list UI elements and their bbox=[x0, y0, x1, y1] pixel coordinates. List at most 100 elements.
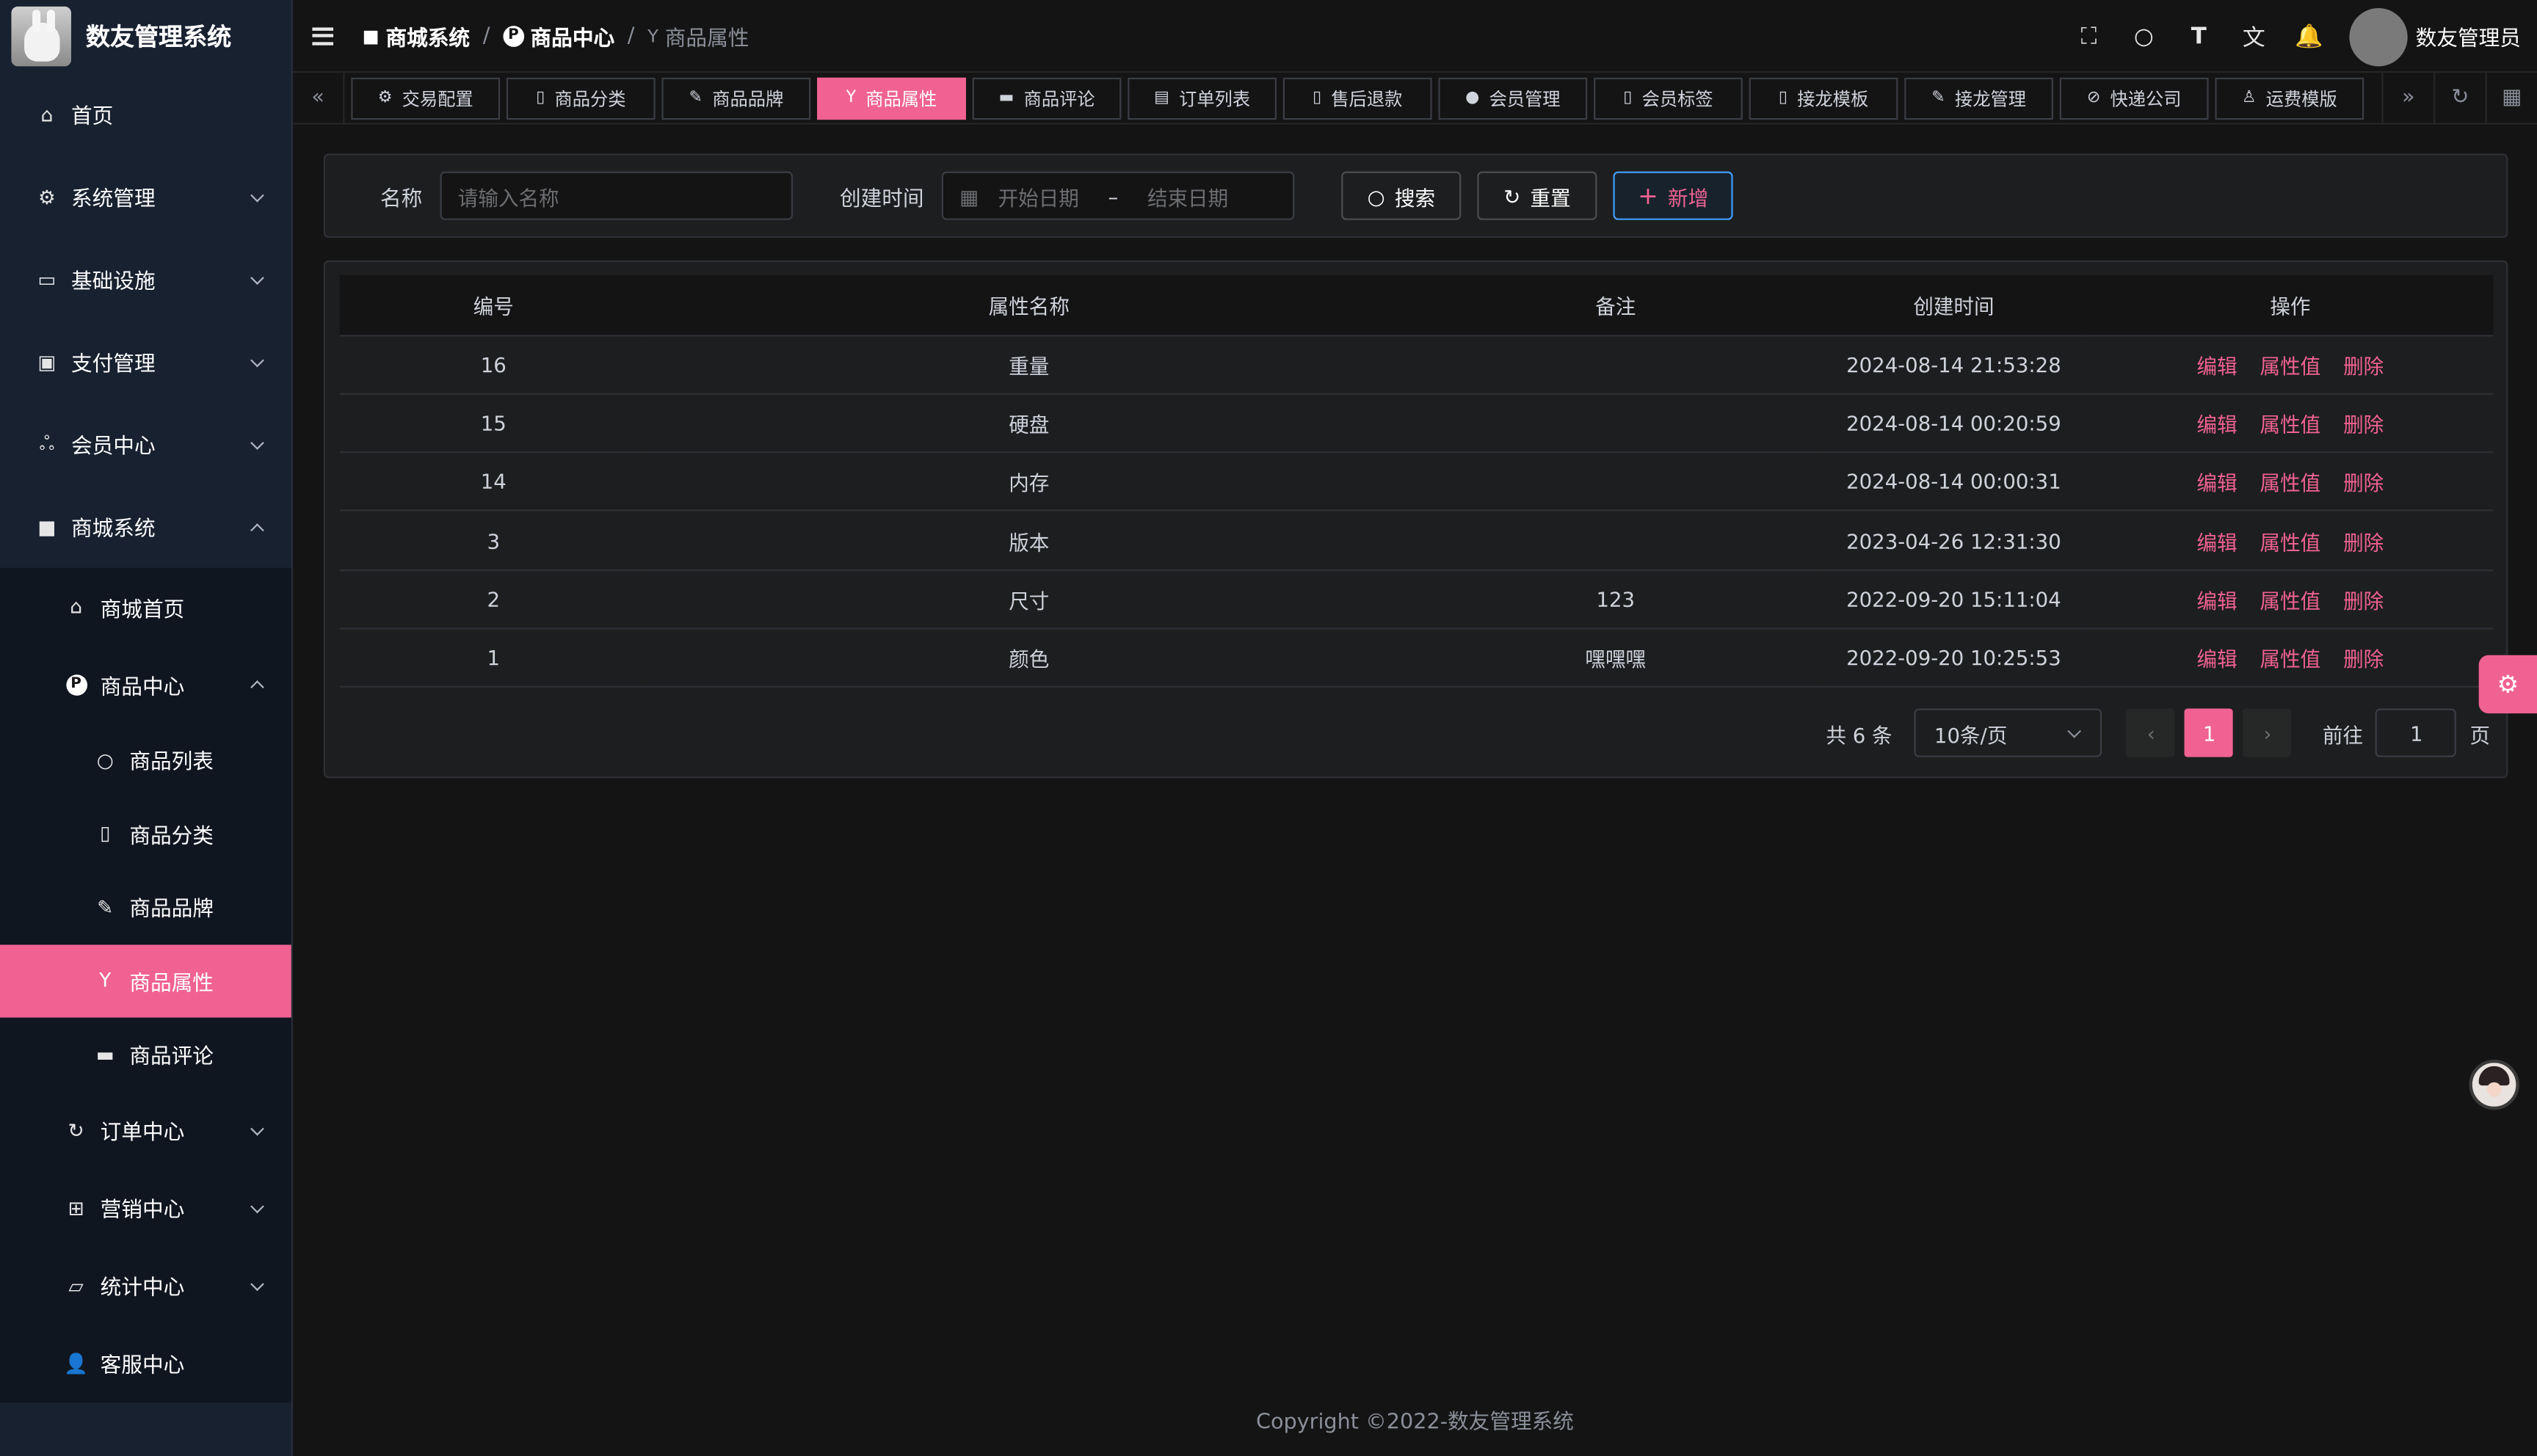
prev-page-button[interactable]: ‹ bbox=[2127, 708, 2176, 757]
end-date-input[interactable]: 结束日期 bbox=[1147, 181, 1228, 211]
search-icon: ○ bbox=[1367, 183, 1385, 208]
edit-link[interactable]: 编辑 bbox=[2197, 530, 2237, 554]
row-actions: 编辑 属性值 删除 bbox=[2087, 393, 2494, 454]
chevron-down-icon bbox=[250, 1121, 264, 1135]
sidebar-item-stats-center[interactable]: ▱ 统计中心 bbox=[0, 1246, 291, 1324]
sidebar-item-infra[interactable]: ▭ 基础设施 bbox=[0, 238, 291, 320]
tag-product-comment[interactable]: ▬ 商品评论 bbox=[972, 76, 1122, 120]
tag-trade-config[interactable]: ⚙ 交易配置 bbox=[351, 76, 501, 120]
edit-link[interactable]: 编辑 bbox=[2197, 647, 2237, 671]
range-separator: – bbox=[1108, 183, 1119, 208]
hamburger-icon[interactable] bbox=[312, 26, 334, 45]
tag-order-list[interactable]: ▤ 订单列表 bbox=[1128, 76, 1277, 120]
tag-group-manage[interactable]: ✎ 接龙管理 bbox=[1904, 76, 2054, 120]
page-size-select[interactable]: 10条/页 bbox=[1914, 708, 2103, 757]
sidebar-item-home[interactable]: ⌂ 首页 bbox=[0, 73, 291, 155]
breadcrumb-item-product-center[interactable]: P 商品中心 bbox=[503, 21, 614, 51]
tag-product-attribute[interactable]: Y 商品属性 bbox=[817, 76, 966, 120]
attribute-icon: Y bbox=[647, 25, 658, 46]
row-actions: 编辑 属性值 删除 bbox=[2087, 628, 2494, 688]
sidebar-item-label: 订单中心 bbox=[100, 1121, 185, 1146]
date-range-picker[interactable]: ▦ 开始日期 – 结束日期 bbox=[941, 171, 1295, 220]
edit-link[interactable]: 编辑 bbox=[2197, 412, 2237, 437]
username[interactable]: 数友管理员 bbox=[2416, 21, 2521, 51]
edit-link[interactable]: 编辑 bbox=[2197, 354, 2237, 378]
sidebar-item-product-attribute[interactable]: Y 商品属性 bbox=[0, 944, 291, 1018]
sidebar: 数友管理系统 ⌂ 首页 ⚙ 系统管理 ▭ 基础设施 ▣ 支付管理 ஃ 会员中心 … bbox=[0, 0, 293, 1456]
search-icon[interactable]: ○ bbox=[2116, 23, 2171, 49]
sidebar-footer bbox=[0, 1409, 291, 1456]
sidebar-item-mall-home[interactable]: ⌂ 商城首页 bbox=[0, 568, 291, 646]
brand-icon: ✎ bbox=[689, 89, 703, 107]
chevron-up-icon bbox=[250, 523, 264, 536]
name-input[interactable]: 请输入名称 bbox=[440, 171, 794, 220]
chevron-left-icon: ‹ bbox=[2146, 721, 2155, 746]
breadcrumb-item-mall[interactable]: ■ 商城系统 bbox=[363, 21, 470, 51]
sidebar-item-mall[interactable]: ■ 商城系统 bbox=[0, 485, 291, 567]
tag-member-label[interactable]: ▯ 会员标签 bbox=[1594, 76, 1743, 120]
refresh-icon[interactable]: ↻ bbox=[2433, 72, 2486, 124]
tag-member-manage[interactable]: ● 会员管理 bbox=[1438, 76, 1588, 120]
attribute-value-link[interactable]: 属性值 bbox=[2260, 412, 2321, 437]
delete-link[interactable]: 删除 bbox=[2343, 412, 2384, 437]
tag-freight-template[interactable]: ♙ 运费模版 bbox=[2215, 76, 2364, 120]
delete-link[interactable]: 删除 bbox=[2343, 647, 2384, 671]
sidebar-item-payment[interactable]: ▣ 支付管理 bbox=[0, 320, 291, 402]
check-circle-icon: ⊘ bbox=[2086, 89, 2101, 107]
tag-product-brand[interactable]: ✎ 商品品牌 bbox=[661, 76, 811, 120]
delete-link[interactable]: 删除 bbox=[2343, 471, 2384, 495]
next-page-button[interactable]: › bbox=[2243, 708, 2293, 757]
sidebar-item-product-comment[interactable]: ▬ 商品评论 bbox=[0, 1018, 291, 1091]
sidebar-logo[interactable]: 数友管理系统 bbox=[0, 0, 291, 73]
sidebar-item-system[interactable]: ⚙ 系统管理 bbox=[0, 156, 291, 238]
sidebar-item-label: 首页 bbox=[70, 105, 114, 130]
avatar[interactable] bbox=[2349, 7, 2408, 66]
goto-page-input[interactable]: 1 bbox=[2376, 708, 2457, 757]
settings-gear-icon[interactable]: ⚙ bbox=[2478, 655, 2537, 714]
sidebar-item-order-center[interactable]: ↻ 订单中心 bbox=[0, 1091, 291, 1169]
grid-menu-icon[interactable]: ▦ bbox=[2485, 72, 2537, 124]
attribute-value-link[interactable]: 属性值 bbox=[2260, 530, 2321, 554]
fullscreen-icon[interactable]: ⛶ bbox=[2061, 23, 2116, 49]
sidebar-item-product-center[interactable]: P 商品中心 bbox=[0, 646, 291, 724]
assistant-avatar-icon[interactable] bbox=[2469, 1059, 2519, 1110]
brand-icon: ✎ bbox=[97, 895, 114, 919]
scroll-right-icon[interactable]: » bbox=[2381, 72, 2433, 124]
sidebar-item-product-category[interactable]: ▯ 商品分类 bbox=[0, 797, 291, 870]
sidebar-item-service-center[interactable]: 👤 客服中心 bbox=[0, 1324, 291, 1402]
sidebar-item-marketing-center[interactable]: ⊞ 营销中心 bbox=[0, 1169, 291, 1247]
search-button[interactable]: ○ 搜索 bbox=[1341, 171, 1462, 220]
attribute-value-link[interactable]: 属性值 bbox=[2260, 589, 2321, 613]
column-header: 属性名称 bbox=[647, 274, 1411, 336]
sidebar-item-product-list[interactable]: ○ 商品列表 bbox=[0, 723, 291, 796]
breadcrumb-separator: / bbox=[482, 23, 490, 48]
bell-icon[interactable]: 🔔 bbox=[2282, 23, 2337, 49]
add-button[interactable]: + 新增 bbox=[1613, 171, 1733, 220]
attribute-value-link[interactable]: 属性值 bbox=[2260, 354, 2321, 378]
sidebar-item-product-brand[interactable]: ✎ 商品品牌 bbox=[0, 870, 291, 944]
edit-link[interactable]: 编辑 bbox=[2197, 471, 2237, 495]
delete-link[interactable]: 删除 bbox=[2343, 589, 2384, 613]
name-label: 名称 bbox=[380, 186, 423, 211]
attribute-value-link[interactable]: 属性值 bbox=[2260, 647, 2321, 671]
delete-link[interactable]: 删除 bbox=[2343, 530, 2384, 554]
chevron-down-icon bbox=[250, 352, 264, 367]
font-size-icon[interactable]: T bbox=[2171, 23, 2226, 49]
edit-link[interactable]: 编辑 bbox=[2197, 589, 2237, 613]
translate-icon[interactable]: 文 bbox=[2226, 21, 2282, 53]
start-date-input[interactable]: 开始日期 bbox=[998, 181, 1079, 211]
tag-express[interactable]: ⊘ 快递公司 bbox=[2059, 76, 2209, 120]
page-number-button[interactable]: 1 bbox=[2185, 708, 2234, 757]
attribute-value-link[interactable]: 属性值 bbox=[2260, 471, 2321, 495]
tag-product-category[interactable]: ▯ 商品分类 bbox=[506, 76, 656, 120]
scroll-left-icon[interactable]: « bbox=[293, 72, 345, 124]
delete-link[interactable]: 删除 bbox=[2343, 354, 2384, 378]
app-title: 数友管理系统 bbox=[85, 22, 232, 52]
sidebar-item-label: 商品列表 bbox=[129, 751, 214, 776]
submenu-product: ○ 商品列表 ▯ 商品分类 ✎ 商品品牌 Y 商品属性 ▬ 商品评论 bbox=[0, 723, 291, 1091]
reset-button[interactable]: ↻ 重置 bbox=[1477, 171, 1597, 220]
bookmark-icon: ▯ bbox=[1623, 89, 1633, 107]
sidebar-item-members[interactable]: ஃ 会员中心 bbox=[0, 403, 291, 485]
tag-group-template[interactable]: ▯ 接龙模板 bbox=[1749, 76, 1898, 120]
tag-refund[interactable]: ▯ 售后退款 bbox=[1282, 76, 1432, 120]
